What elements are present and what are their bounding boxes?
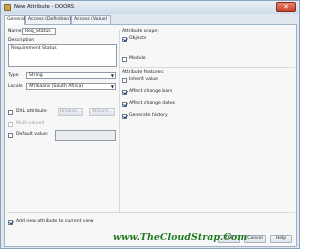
affect-change-dates-checkbox[interactable] [122,102,127,107]
module-label: Module [129,56,146,61]
type-select[interactable]: String ▼ [26,72,116,79]
type-value: String [29,73,43,78]
scope-divider [121,67,295,68]
watermark-text: www.TheCloudStrap.Com [113,232,248,243]
inherit-value-label: Inherit value [129,77,158,82]
title-bar[interactable]: New Attribute - DOORS ✕ [1,1,299,14]
locale-label: Locale [8,84,23,89]
description-text: Requirement Status [11,46,57,51]
affect-change-bars-label: Affect change bars [129,89,173,94]
add-to-view-checkbox[interactable] [8,220,13,225]
default-value-checkbox[interactable] [8,133,13,138]
default-value-label: Default value: [16,132,49,137]
generate-history-checkbox[interactable] [122,114,127,119]
cancel-button[interactable]: Cancel [244,235,266,243]
inherit-value-checkbox[interactable] [122,78,127,83]
affect-change-dates-label: Affect change dates [129,101,176,106]
browse-button[interactable]: Browse... [58,108,83,116]
locale-select[interactable]: Afrikaans (South Africa) ▼ [26,83,116,90]
name-label: Name [8,29,22,34]
tab-access-definition[interactable]: Access (Definition) [25,15,71,24]
add-to-view-label: Add new attribute to current view [16,219,94,224]
tab-general[interactable]: General [4,15,25,25]
help-button[interactable]: Help [270,235,292,243]
type-label: Type [8,73,19,78]
general-panel: Name Req_Status Description Requirement … [4,24,297,247]
description-label: Description [8,38,35,43]
attribute-features-heading: Attribute features: [122,70,165,75]
close-button[interactable]: ✕ [276,2,296,12]
description-field[interactable]: Requirement Status [8,44,117,67]
objects-label: Objects [129,36,147,41]
tab-access-value[interactable]: Access (Value) [71,15,111,24]
objects-checkbox[interactable] [122,37,127,42]
locale-value: Afrikaans (South Africa) [29,84,84,89]
default-value-field[interactable] [55,130,116,141]
column-divider [119,30,120,212]
footer-divider [7,212,295,213]
name-field[interactable]: Req_Status [22,28,56,35]
multi-valued-label: Multi-valued [16,121,45,126]
wizard-button[interactable]: Wizard... [89,108,115,116]
generate-history-label: Generate history [129,113,168,118]
dxl-attribute-label: DXL attribute [16,109,47,114]
affect-change-bars-checkbox[interactable] [122,90,127,95]
dxl-attribute-checkbox[interactable] [8,110,13,115]
module-checkbox[interactable] [122,57,127,62]
multi-valued-checkbox[interactable] [8,122,13,127]
attribute-scope-heading: Attribute scope: [122,29,159,34]
new-attribute-dialog: New Attribute - DOORS ✕ General Access (… [0,0,300,249]
doors-app-icon [4,4,11,11]
chevron-down-icon: ▼ [110,84,114,89]
chevron-down-icon: ▼ [110,73,114,78]
window-title: New Attribute - DOORS [14,4,75,10]
